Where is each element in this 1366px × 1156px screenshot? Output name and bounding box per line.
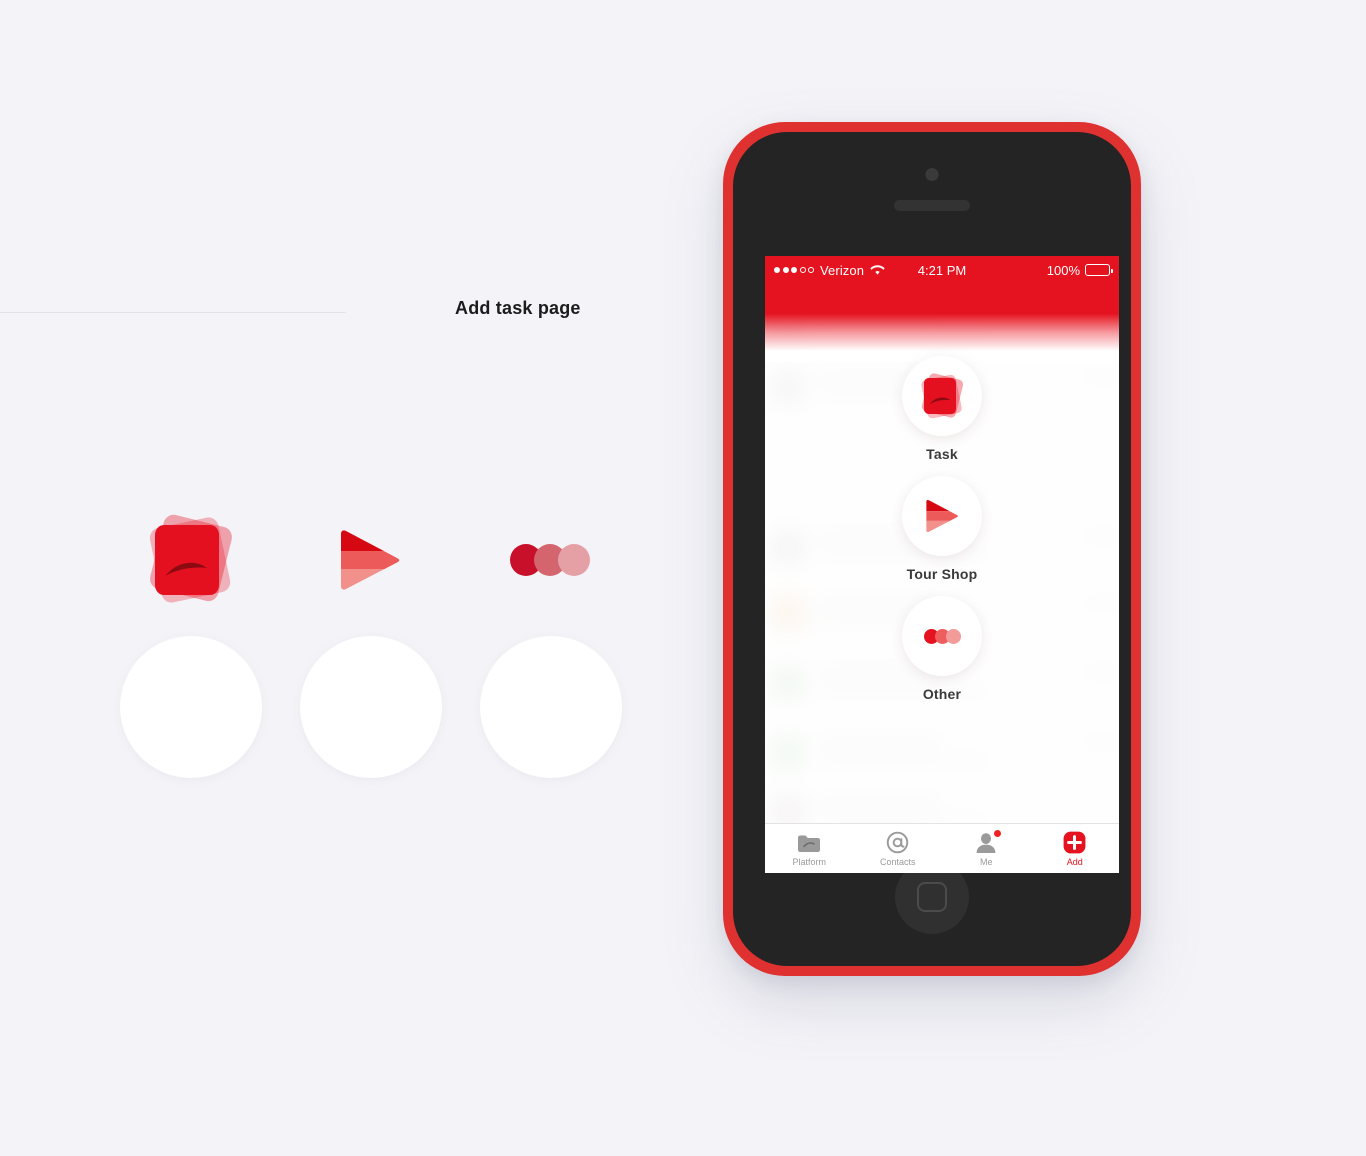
task-stacked-cards-icon (147, 513, 235, 605)
circle-placeholder-3 (480, 636, 622, 778)
earpiece-speaker (894, 200, 970, 211)
notification-badge-dot (994, 830, 1002, 837)
tab-label-add: Add (1066, 857, 1083, 867)
signal-dot-filled-1 (774, 267, 780, 273)
tab-platform[interactable]: Platform (765, 824, 854, 873)
dots-icon-sample (480, 500, 620, 620)
task-icon-sample (120, 500, 260, 620)
menu-item-other[interactable]: Other (902, 596, 982, 702)
phone-screen: Verizon 4:21 PM 100% Task Tour Shop Othe… (765, 256, 1119, 873)
plus-square-icon (1063, 830, 1086, 854)
tab-contacts[interactable]: Contacts (854, 824, 943, 873)
menu-bubble-task[interactable] (902, 356, 982, 436)
signal-dot-empty-5 (808, 267, 814, 273)
home-button-square-icon (917, 882, 947, 912)
circle-placeholder-2 (300, 636, 442, 778)
phone-body: Verizon 4:21 PM 100% Task Tour Shop Othe… (733, 132, 1131, 966)
three-dots-icon (923, 628, 961, 644)
tab-label-me: Me (979, 857, 993, 867)
menu-label-other: Other (922, 686, 962, 702)
arrow-icon-sample (300, 500, 440, 620)
tab-bar: Platform Contacts Me Add (765, 823, 1119, 873)
front-camera-icon (925, 168, 939, 181)
icon-sample-row (120, 500, 640, 620)
menu-bubble-tour-shop[interactable] (902, 476, 982, 556)
other-dots-icon (510, 544, 590, 576)
battery-percent-label: 100% (1046, 262, 1080, 278)
signal-dot-filled-3 (791, 267, 797, 273)
task-swoosh-icon (929, 397, 951, 404)
carrier-label: Verizon (820, 262, 865, 278)
dot-3 (945, 628, 961, 644)
tab-me[interactable]: Me (942, 824, 1031, 873)
tab-label-contacts: Contacts (879, 857, 916, 867)
horizontal-divider (0, 312, 346, 313)
signal-dot-empty-4 (799, 267, 806, 273)
circle-placeholder-1 (120, 636, 262, 778)
at-sign-icon (886, 830, 909, 854)
menu-label-tour-shop: Tour Shop (906, 566, 978, 582)
task-card-front (154, 524, 219, 596)
status-bar-right: 100% (1046, 262, 1113, 278)
status-bar: Verizon 4:21 PM 100% (765, 256, 1119, 284)
tab-add[interactable]: Add (1031, 824, 1120, 873)
arrow-play-icon (926, 499, 958, 533)
person-icon (975, 830, 1002, 854)
wifi-icon (870, 265, 885, 275)
battery-icon (1085, 264, 1113, 276)
status-bar-left: Verizon (774, 263, 885, 278)
blank-circle-row (120, 636, 640, 778)
task-swoosh-icon (165, 562, 207, 576)
page-title: Add task page (455, 298, 581, 318)
tab-label-platform: Platform (792, 857, 826, 867)
phone-mockup: Verizon 4:21 PM 100% Task Tour Shop Othe… (723, 122, 1141, 976)
menu-bubble-other[interactable] (902, 596, 982, 676)
menu-item-tour-shop[interactable]: Tour Shop (902, 476, 982, 582)
task-stacked-cards-icon (920, 372, 965, 419)
task-card-front (924, 377, 957, 415)
folder-icon (797, 830, 821, 854)
signal-strength-icon (774, 267, 814, 273)
menu-item-task[interactable]: Task (902, 356, 982, 462)
menu-label-task: Task (926, 446, 958, 462)
add-action-menu: Task Tour Shop Other (765, 284, 1119, 843)
tour-shop-arrow-icon (341, 530, 400, 590)
dot-3 (558, 544, 590, 576)
signal-dot-filled-2 (782, 267, 789, 273)
